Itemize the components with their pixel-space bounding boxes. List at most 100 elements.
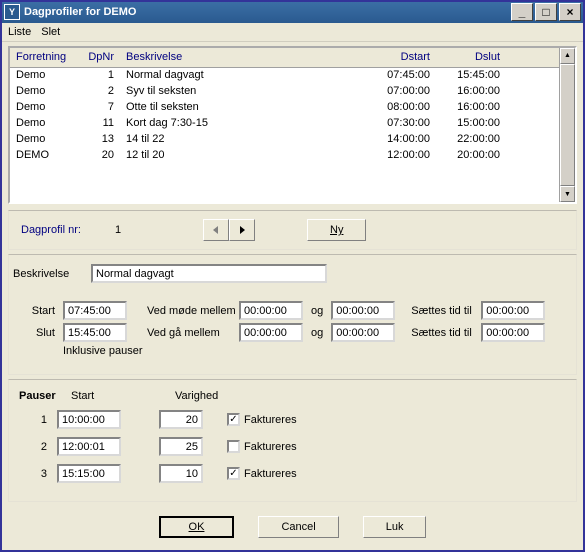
pauser-start-input[interactable] xyxy=(57,410,121,429)
cell-dslut: 16:00:00 xyxy=(436,84,506,100)
table-row[interactable]: Demo1Normal dagvagt07:45:0015:45:00 xyxy=(10,68,559,84)
cell-beskrivelse: 12 til 20 xyxy=(120,148,366,164)
menubar: Liste Slet xyxy=(2,23,583,42)
ny-button[interactable]: Ny xyxy=(307,219,366,241)
nav-next-button[interactable] xyxy=(229,219,255,241)
minimize-button[interactable]: _ xyxy=(511,3,533,21)
faktureres-checkbox[interactable]: ✓ xyxy=(227,413,240,426)
cell-dslut: 22:00:00 xyxy=(436,132,506,148)
faktureres-label: Faktureres xyxy=(244,414,297,426)
faktureres-label: Faktureres xyxy=(244,441,297,453)
dialog-window: Y Dagprofiler for DEMO _ □ × Liste Slet … xyxy=(0,0,585,552)
pauser-start-input[interactable] xyxy=(57,437,121,456)
pauser-row: 3 ✓ Faktureres xyxy=(19,464,566,483)
scroll-down-icon[interactable]: ▼ xyxy=(560,186,575,202)
close-button[interactable]: × xyxy=(559,3,581,21)
pauser-number: 3 xyxy=(19,468,47,480)
grid-header: Forretning DpNr Beskrivelse Dstart Dslut xyxy=(10,48,559,68)
button-bar: OK Cancel Luk xyxy=(2,504,583,550)
sattes-label-2: Sættes tid til xyxy=(411,327,481,339)
cell-dslut: 15:45:00 xyxy=(436,68,506,84)
slut-label: Slut xyxy=(13,327,55,339)
vertical-scrollbar[interactable]: ▲ ▼ xyxy=(559,48,575,202)
ved-mode-label: Ved møde mellem xyxy=(147,305,239,317)
ga-to-input[interactable] xyxy=(331,323,395,342)
pauser-duration-input[interactable] xyxy=(159,464,203,483)
pauser-row: 1 ✓ Faktureres xyxy=(19,410,566,429)
sattes-input-2[interactable] xyxy=(481,323,545,342)
cell-dpnr: 13 xyxy=(70,132,120,148)
og-label-2: og xyxy=(311,327,323,339)
ved-ga-label: Ved gå mellem xyxy=(147,327,239,339)
profiles-grid: Forretning DpNr Beskrivelse Dstart Dslut… xyxy=(8,46,577,204)
cell-forretning: Demo xyxy=(10,100,70,116)
luk-button[interactable]: Luk xyxy=(363,516,427,538)
cell-forretning: DEMO xyxy=(10,148,70,164)
col-beskrivelse[interactable]: Beskrivelse xyxy=(120,48,366,67)
beskrivelse-input[interactable] xyxy=(91,264,327,283)
col-forretning[interactable]: Forretning xyxy=(10,48,70,67)
ok-button[interactable]: OK xyxy=(159,516,235,538)
inklusive-pauser-label: Inklusive pauser xyxy=(63,345,143,357)
start-label: Start xyxy=(13,305,55,317)
maximize-button[interactable]: □ xyxy=(535,3,557,21)
pauser-number: 2 xyxy=(19,441,47,453)
pauser-section: Pauser Start Varighed 1 ✓ Faktureres 2 Faktu… xyxy=(8,379,577,502)
faktureres-label: Faktureres xyxy=(244,468,297,480)
chevron-right-icon xyxy=(237,225,247,235)
mode-to-input[interactable] xyxy=(331,301,395,320)
pauser-number: 1 xyxy=(19,414,47,426)
cell-dpnr: 11 xyxy=(70,116,120,132)
cell-dpnr: 2 xyxy=(70,84,120,100)
table-row[interactable]: Demo11Kort dag 7:30-1507:30:0015:00:00 xyxy=(10,116,559,132)
cell-forretning: Demo xyxy=(10,68,70,84)
dagprofil-value: 1 xyxy=(115,224,135,236)
table-row[interactable]: Demo1314 til 2214:00:0022:00:00 xyxy=(10,132,559,148)
cell-dstart: 07:00:00 xyxy=(366,84,436,100)
cell-dpnr: 20 xyxy=(70,148,120,164)
cell-beskrivelse: Otte til seksten xyxy=(120,100,366,116)
col-dstart[interactable]: Dstart xyxy=(366,48,436,67)
table-row[interactable]: Demo7Otte til seksten08:00:0016:00:00 xyxy=(10,100,559,116)
pauser-start-header: Start xyxy=(71,390,143,402)
scroll-up-icon[interactable]: ▲ xyxy=(560,48,575,64)
faktureres-checkbox[interactable] xyxy=(227,440,240,453)
cancel-button[interactable]: Cancel xyxy=(258,516,338,538)
faktureres-checkbox[interactable]: ✓ xyxy=(227,467,240,480)
cell-dstart: 12:00:00 xyxy=(366,148,436,164)
cell-dpnr: 7 xyxy=(70,100,120,116)
pauser-duration-input[interactable] xyxy=(159,437,203,456)
pauser-varighed-header: Varighed xyxy=(175,390,239,402)
cell-dslut: 16:00:00 xyxy=(436,100,506,116)
cell-dslut: 15:00:00 xyxy=(436,116,506,132)
cell-dstart: 14:00:00 xyxy=(366,132,436,148)
cell-forretning: Demo xyxy=(10,116,70,132)
cell-beskrivelse: Normal dagvagt xyxy=(120,68,366,84)
menu-slet[interactable]: Slet xyxy=(41,26,60,38)
cell-dstart: 08:00:00 xyxy=(366,100,436,116)
window-title: Dagprofiler for DEMO xyxy=(24,6,509,18)
table-row[interactable]: DEMO2012 til 2012:00:0020:00:00 xyxy=(10,148,559,164)
table-row[interactable]: Demo2Syv til seksten07:00:0016:00:00 xyxy=(10,84,559,100)
beskrivelse-label: Beskrivelse xyxy=(13,268,83,280)
pauser-row: 2 Faktureres xyxy=(19,437,566,456)
cell-forretning: Demo xyxy=(10,132,70,148)
nav-prev-button[interactable] xyxy=(203,219,229,241)
cell-beskrivelse: 14 til 22 xyxy=(120,132,366,148)
cell-dstart: 07:45:00 xyxy=(366,68,436,84)
col-dslut[interactable]: Dslut xyxy=(436,48,506,67)
ga-from-input[interactable] xyxy=(239,323,303,342)
pauser-start-input[interactable] xyxy=(57,464,121,483)
cell-beskrivelse: Kort dag 7:30-15 xyxy=(120,116,366,132)
slut-input[interactable] xyxy=(63,323,127,342)
cell-dstart: 07:30:00 xyxy=(366,116,436,132)
pauser-title: Pauser xyxy=(19,390,57,402)
col-dpnr[interactable]: DpNr xyxy=(70,48,120,67)
pauser-duration-input[interactable] xyxy=(159,410,203,429)
menu-liste[interactable]: Liste xyxy=(8,26,31,38)
cell-forretning: Demo xyxy=(10,84,70,100)
mode-from-input[interactable] xyxy=(239,301,303,320)
sattes-input-1[interactable] xyxy=(481,301,545,320)
start-input[interactable] xyxy=(63,301,127,320)
cell-beskrivelse: Syv til seksten xyxy=(120,84,366,100)
